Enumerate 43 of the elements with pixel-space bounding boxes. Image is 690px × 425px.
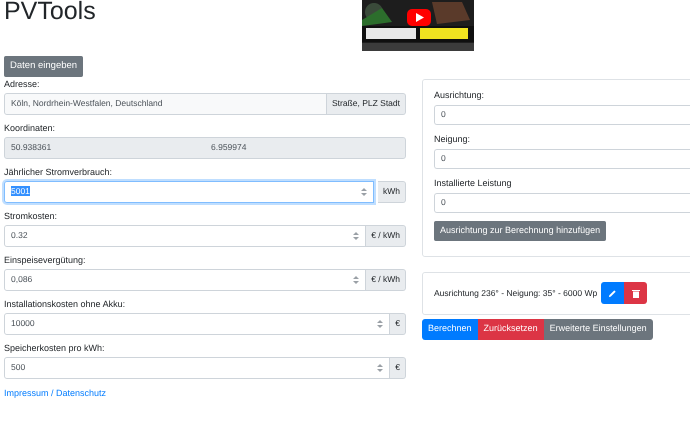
number-field[interactable]: 0 (434, 148, 690, 169)
coordinate-field[interactable]: 6.959974 (211, 141, 246, 154)
address-field[interactable]: Köln, Nordrhein-Westfalen, Deutschland (4, 92, 327, 115)
action-button[interactable]: Erweiterte Einstellungen (544, 318, 653, 340)
trash-icon (632, 288, 640, 298)
action-button[interactable]: Berechnen (422, 318, 478, 340)
unit-label: € / kWh (366, 268, 406, 291)
unit-label: Straße, PLZ Stadt (326, 92, 406, 115)
action-button[interactable]: Zurücksetzen (478, 318, 544, 340)
field-label: Stromkosten: (4, 210, 58, 222)
field-label: Koordinaten: (4, 122, 56, 134)
pencil-icon (608, 288, 618, 298)
number-field[interactable]: 0,086 (4, 268, 366, 291)
add-orientation-button[interactable]: Ausrichtung zur Berechnung hinzufügen (434, 220, 606, 241)
coordinate-field[interactable]: 50.938361 (11, 141, 211, 154)
field-label: Adresse: (4, 78, 41, 90)
entry-text: Ausrichtung 236° - Neigung: 35° - 6000 Wp (434, 286, 598, 300)
enter-data-button[interactable]: Daten eingeben (4, 56, 84, 77)
field-label: Installierte Leistung (434, 178, 513, 189)
field-label: Ausrichtung: (434, 90, 486, 101)
number-field[interactable]: 0.32 (4, 224, 366, 247)
number-field[interactable]: 10000 (4, 312, 390, 335)
footer-link[interactable]: Impressum / Datenschutz (4, 386, 406, 400)
number-field[interactable]: 500 (4, 356, 390, 379)
field-label: Neigung: (434, 134, 472, 145)
unit-label: € (390, 312, 406, 335)
unit-label: € / kWh (366, 224, 406, 247)
page-title: PVTools (4, 0, 96, 24)
field-label: Jährlicher Stromverbrauch: (4, 166, 114, 178)
spinner-icon[interactable] (361, 188, 367, 196)
field-label: Installationskosten ohne Akku: (4, 298, 126, 310)
spinner-icon[interactable] (353, 232, 360, 240)
spinner-icon[interactable] (377, 320, 384, 328)
number-field[interactable]: 0 (434, 104, 690, 125)
unit-label: kWh (378, 180, 406, 203)
delete-button[interactable] (624, 282, 648, 304)
edit-button[interactable] (601, 282, 624, 304)
number-field[interactable]: 0 (434, 192, 690, 213)
field-label: Speicherkosten pro kWh: (4, 342, 106, 354)
spinner-icon[interactable] (353, 276, 360, 284)
unit-label: € (390, 356, 406, 379)
spinner-icon[interactable] (377, 364, 384, 372)
field-label: Einspeisevergütung: (4, 254, 87, 266)
